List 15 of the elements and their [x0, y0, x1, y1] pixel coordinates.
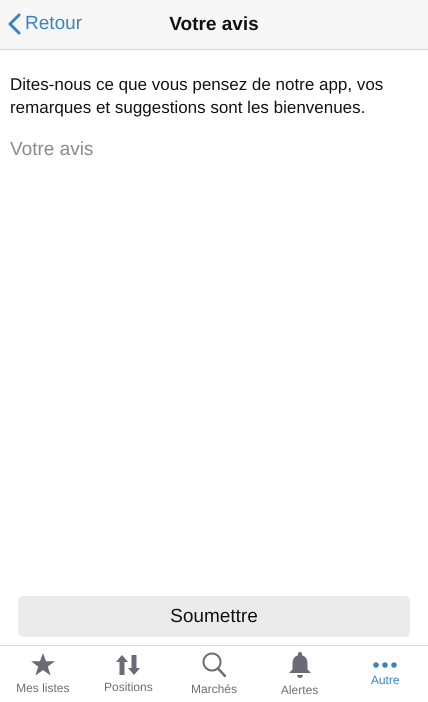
screen-title: Votre avis: [169, 14, 259, 36]
back-button[interactable]: Retour: [8, 10, 82, 38]
more-icon: [373, 662, 398, 668]
search-icon: [202, 652, 226, 677]
submit-button[interactable]: Soumettre: [18, 596, 410, 637]
tab-item[interactable]: Autre: [342, 646, 428, 702]
intro-text: Dites-nous ce que vous pensez de notre app, vos remarques et suggestions sont les bienvenues.: [10, 74, 384, 119]
star-icon: [30, 653, 55, 676]
tab-item[interactable]: Mes listes: [0, 646, 86, 702]
tab-item[interactable]: Marchés: [171, 646, 257, 702]
up-down-arrows-icon: [116, 654, 140, 674]
tab-item[interactable]: Alertes: [256, 646, 342, 702]
chevron-left-icon: [8, 13, 21, 35]
bell-icon: [288, 652, 311, 678]
tab-item[interactable]: Positions: [86, 646, 172, 702]
